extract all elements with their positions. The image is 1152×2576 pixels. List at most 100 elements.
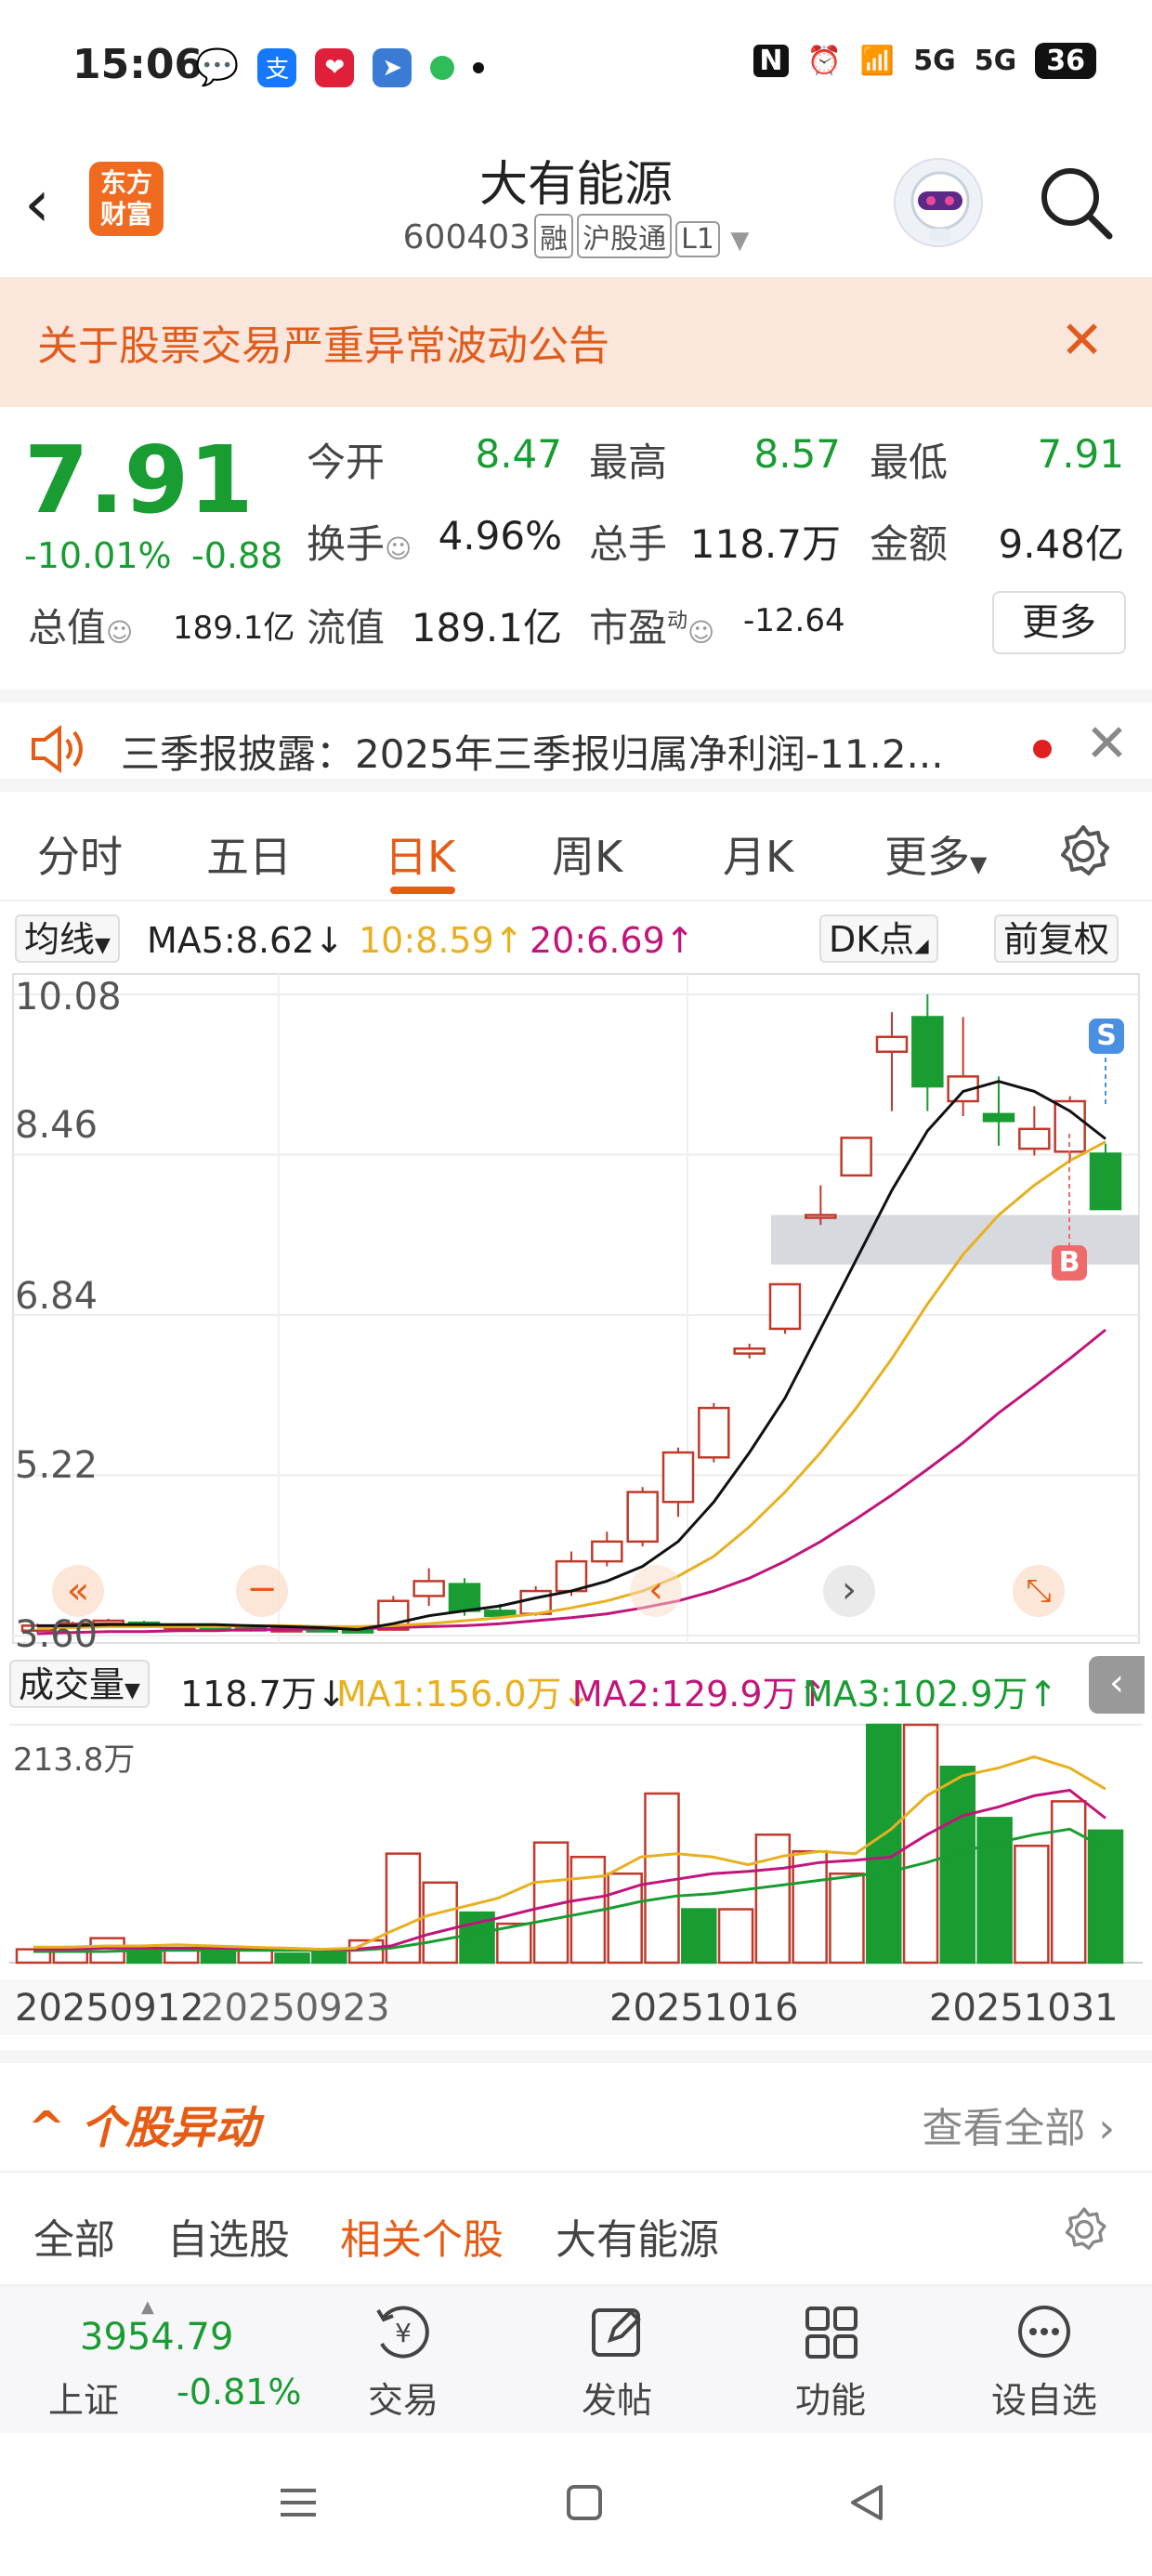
high-label: 最高 bbox=[589, 440, 668, 485]
tab-five-day[interactable]: 五日 bbox=[206, 823, 292, 885]
notification-icons: 💬 支 ❤ ➤ bbox=[195, 46, 485, 88]
ma20-text: 20:6.69 bbox=[530, 920, 665, 961]
connect-tag: 沪股通 bbox=[577, 214, 673, 258]
scroll-left-icon[interactable]: ‹ bbox=[630, 1565, 682, 1617]
mktcap-label[interactable]: 总值☺ bbox=[28, 597, 133, 653]
more-dot-icon bbox=[473, 61, 485, 73]
view-all-link[interactable]: 查看全部 › bbox=[922, 2095, 1115, 2154]
volume-label: 总手 bbox=[589, 521, 668, 567]
dk-label: DK点 bbox=[829, 919, 915, 960]
more-button[interactable]: 更多 bbox=[992, 591, 1126, 654]
fullscreen-icon[interactable]: ⤡ bbox=[1013, 1565, 1065, 1617]
scroll-right-icon[interactable]: › bbox=[823, 1565, 875, 1617]
filter-this-stock[interactable]: 大有能源 bbox=[556, 2206, 719, 2266]
volume-selector-label: 成交量 bbox=[19, 1664, 125, 1705]
float-cap-value: 189.1亿 bbox=[411, 605, 562, 651]
announcement-banner[interactable]: 关于股票交易严重异常波动公告 ✕ bbox=[0, 277, 1152, 407]
turnover-label[interactable]: 换手☺ bbox=[307, 513, 412, 570]
filter-watchlist[interactable]: 自选股 bbox=[167, 2206, 290, 2266]
alert-filter-tabs: 全部 自选股 相关个股 大有能源 bbox=[0, 2171, 1152, 2282]
post-button[interactable]: 发帖 bbox=[552, 2303, 682, 2423]
collapse-panel-icon[interactable]: ‹ bbox=[1089, 1656, 1145, 1714]
candle-body-30 bbox=[1089, 1152, 1122, 1211]
sell-marker[interactable]: S bbox=[1089, 1019, 1124, 1054]
stock-code: 600403 bbox=[402, 218, 531, 256]
vol-ma3-text: MA3:102.9万 bbox=[803, 1674, 1028, 1715]
vol-ma2-text: MA2:129.9万 bbox=[572, 1674, 798, 1715]
functions-button[interactable]: 功能 bbox=[766, 2303, 896, 2423]
volume-svg bbox=[9, 1723, 1143, 1965]
candle-body-17 bbox=[626, 1491, 659, 1544]
announcement-text: 关于股票交易严重异常波动公告 bbox=[37, 322, 609, 370]
add-watchlist-button[interactable]: 设自选 bbox=[979, 2303, 1109, 2423]
close-icon[interactable]: ✕ bbox=[1060, 310, 1104, 371]
adjust-price-button[interactable]: 前复权 bbox=[994, 914, 1119, 963]
ma5-value: MA5:8.62↓ bbox=[147, 920, 345, 961]
candle-body-25 bbox=[911, 1016, 944, 1088]
filter-related[interactable]: 相关个股 bbox=[340, 2206, 504, 2266]
zoom-out-icon[interactable]: − bbox=[236, 1565, 288, 1617]
candle-body-19 bbox=[698, 1406, 730, 1459]
buy-marker[interactable]: B bbox=[1052, 1245, 1087, 1281]
tab-more[interactable]: 更多▼ bbox=[884, 823, 987, 885]
info-icon-3: ☺ bbox=[687, 617, 715, 648]
high-value: 8.57 bbox=[753, 431, 841, 477]
dk-point-button[interactable]: DK点◢ bbox=[819, 914, 938, 963]
date-label-1: 20250912 bbox=[15, 1987, 204, 2030]
y-tick-1: 10.08 bbox=[15, 976, 122, 1019]
vol-ma1-text: MA1:156.0万 bbox=[336, 1674, 562, 1715]
last-price: 7.91 bbox=[24, 426, 254, 534]
candle-body-20 bbox=[733, 1347, 766, 1355]
filter-all[interactable]: 全部 bbox=[33, 2206, 115, 2266]
unread-dot bbox=[1033, 740, 1052, 758]
pe-label[interactable]: 市盈动☺ bbox=[589, 597, 714, 653]
active-tab-indicator bbox=[390, 887, 455, 894]
shopping-icon: ❤ bbox=[315, 47, 355, 87]
search-icon[interactable] bbox=[1037, 164, 1115, 245]
volume-bar-18 bbox=[681, 1908, 717, 1965]
tab-weekly-k[interactable]: 周K bbox=[552, 823, 622, 885]
volume-selector[interactable]: 成交量▼ bbox=[9, 1660, 150, 1708]
volume-bar-8 bbox=[311, 1950, 347, 1965]
volume-value: 118.7万↓ bbox=[180, 1674, 347, 1715]
alarm-icon: ⏰ bbox=[806, 45, 842, 77]
close-icon-2[interactable]: ✕ bbox=[1085, 714, 1129, 774]
bottom-bar: ▲ 3954.79 上证 -0.81% ¥ 交易 发帖 功能 设自选 bbox=[0, 2284, 1152, 2433]
settings-icon-2[interactable] bbox=[1059, 2204, 1109, 2258]
vol-ma2: MA2:129.9万↑ bbox=[572, 1674, 828, 1715]
ma-selector[interactable]: 均线▼ bbox=[15, 914, 120, 963]
disclosure-ticker[interactable]: 三季报披露：2025年三季报归属净利润-11.2... ✕ bbox=[0, 690, 1152, 792]
menu-icon[interactable] bbox=[275, 2479, 321, 2530]
date-label-3: 20251016 bbox=[609, 1987, 799, 2030]
kline-chart[interactable]: 10.08 8.46 6.84 5.22 3.60 S B « − ‹ › ⤡ bbox=[0, 966, 1152, 1656]
volume-legend: 成交量▼ 118.7万↓ MA1:156.0万↓ MA2:129.9万↑ MA3… bbox=[0, 1656, 1152, 1715]
ma10-value: 10:8.59↑ bbox=[359, 920, 524, 961]
volume-bar-24 bbox=[902, 1723, 939, 1965]
assistant-avatar[interactable] bbox=[894, 158, 983, 247]
trade-button[interactable]: ¥ 交易 bbox=[338, 2303, 468, 2423]
scroll-left-fast-icon[interactable]: « bbox=[52, 1565, 104, 1617]
clock: 15:06 bbox=[72, 41, 203, 88]
y-tick-4: 5.22 bbox=[15, 1444, 98, 1487]
back-nav-icon[interactable] bbox=[844, 2479, 890, 2530]
index-name: 上证 bbox=[48, 2380, 120, 2421]
speaker-icon bbox=[28, 723, 87, 779]
tab-monthly-k[interactable]: 月K bbox=[723, 823, 793, 885]
change-amount: -0.88 bbox=[191, 535, 283, 576]
open-label: 今开 bbox=[307, 440, 386, 485]
volume-bar-11 bbox=[422, 1881, 458, 1965]
settings-icon[interactable] bbox=[1054, 821, 1113, 885]
volume-bar-3 bbox=[126, 1950, 163, 1965]
pe-dynamic-mark: 动 bbox=[667, 610, 688, 633]
volume-max-label: 213.8万 bbox=[13, 1741, 136, 1779]
turnover-label-text: 换手 bbox=[307, 521, 386, 567]
chevron-down-icon: ▼ bbox=[730, 227, 750, 255]
tab-intraday[interactable]: 分时 bbox=[37, 823, 123, 885]
home-icon[interactable] bbox=[561, 2479, 608, 2530]
tab-daily-k[interactable]: 日K bbox=[385, 823, 455, 885]
index-change: -0.81% bbox=[177, 2372, 302, 2412]
ma-selector-label: 均线 bbox=[24, 919, 96, 960]
volume-chart[interactable]: 213.8万 bbox=[0, 1719, 1152, 1970]
volume-bar-21 bbox=[792, 1850, 828, 1965]
volume-bar-25 bbox=[939, 1766, 976, 1965]
